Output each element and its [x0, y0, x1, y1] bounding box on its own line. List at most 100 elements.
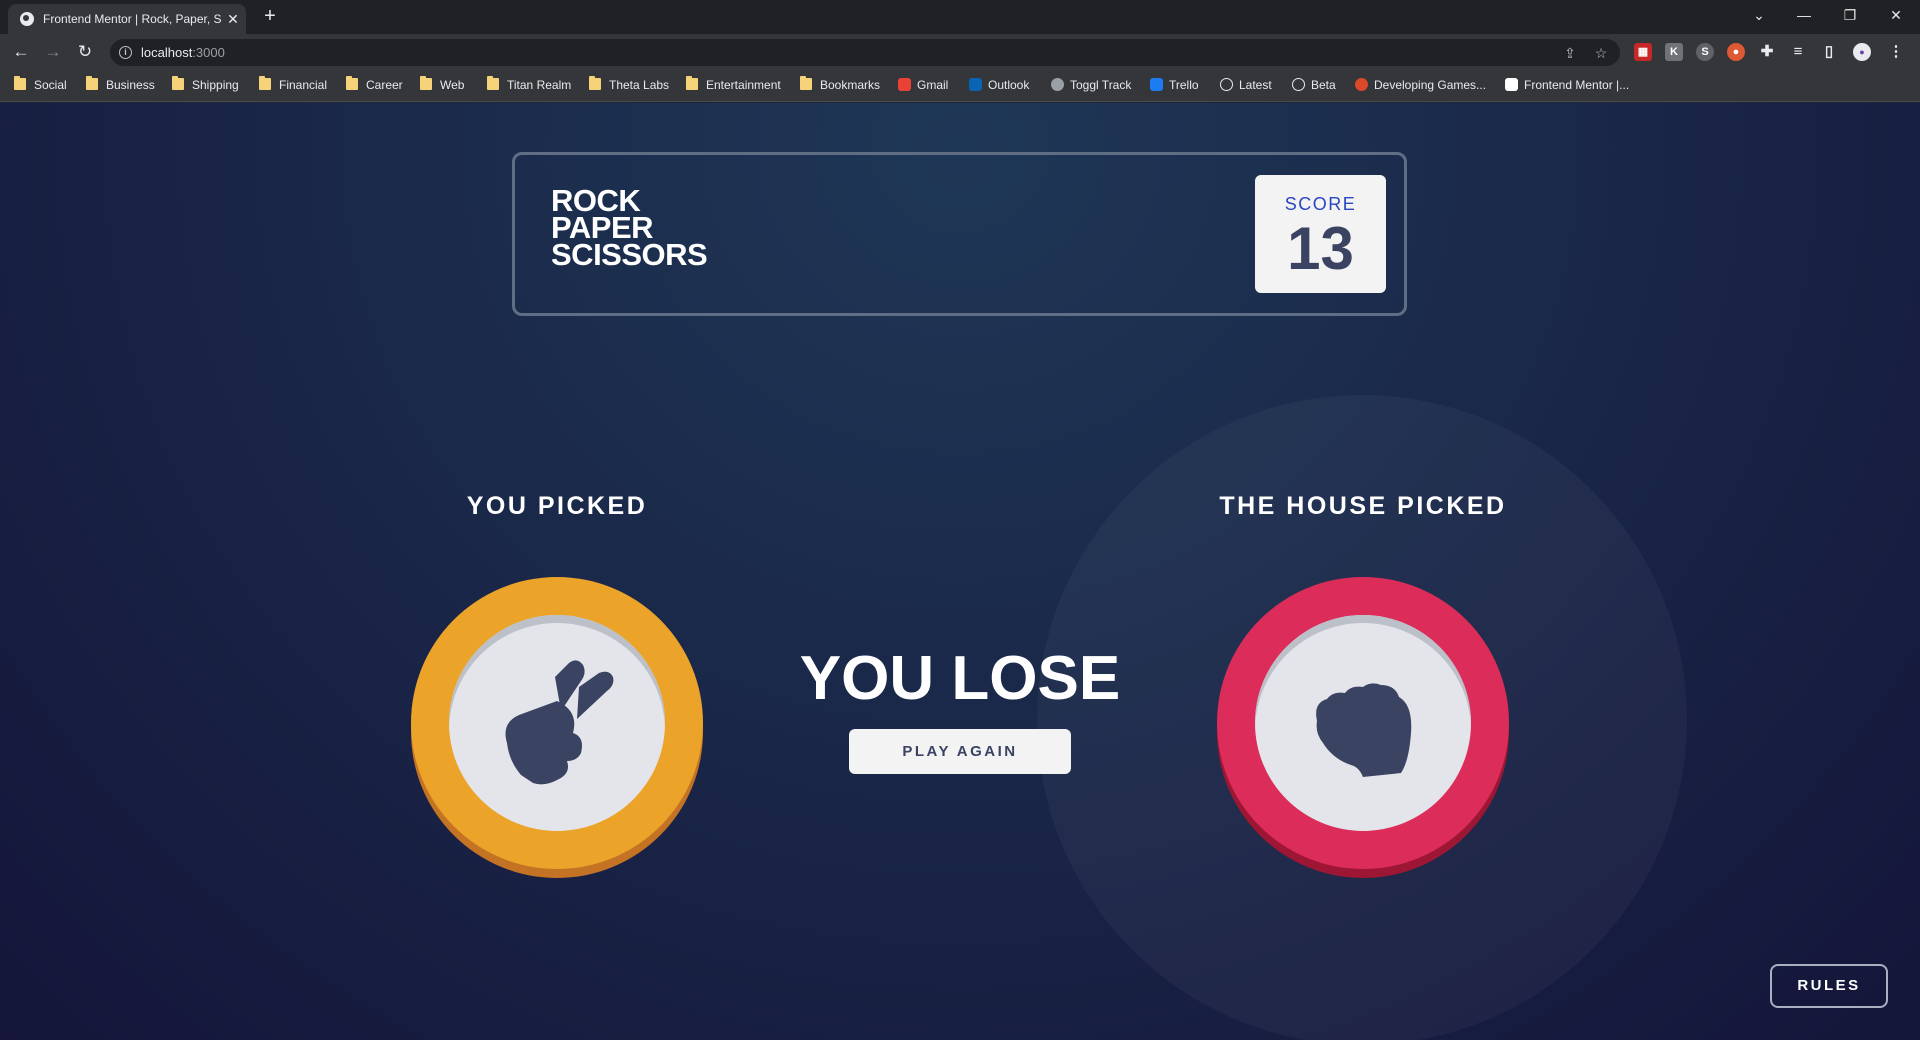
bookmark-folder-bookmarks[interactable]: Bookmarks — [800, 76, 881, 96]
bookmark-folder-entertainment[interactable]: Entertainment — [686, 76, 781, 96]
tab-close-icon[interactable]: ✕ — [224, 10, 242, 28]
extension-s-icon[interactable]: S — [1696, 43, 1714, 61]
share-icon[interactable]: ⇪ — [1561, 44, 1579, 62]
folder-icon — [86, 76, 98, 90]
bookmark-label: Business — [106, 78, 155, 92]
folder-icon — [259, 76, 271, 90]
profile-avatar[interactable]: ● — [1853, 43, 1871, 61]
bookmark-label: Titan Realm — [507, 78, 572, 92]
bookmark-label: Gmail — [917, 78, 949, 92]
tab-search-icon[interactable]: ⌄ — [1745, 3, 1773, 27]
folder-icon — [686, 76, 698, 90]
bookmark-frontend-mentor[interactable]: Frontend Mentor |... — [1505, 78, 1629, 96]
bookmark-beta[interactable]: Beta — [1292, 78, 1336, 96]
url-host: localhost — [141, 45, 193, 60]
new-tab-button[interactable]: + — [258, 4, 282, 28]
play-again-button[interactable]: PLAY AGAIN — [849, 729, 1071, 774]
bookmarks-bar: Social Business Shipping Financial Caree… — [0, 70, 1920, 102]
outlook-icon — [969, 78, 982, 91]
bookmark-folder-career[interactable]: Career — [346, 76, 403, 96]
bookmark-developing-games[interactable]: Developing Games... — [1355, 78, 1486, 96]
result-text: YOU LOSE — [799, 644, 1121, 713]
score-value: 13 — [1287, 215, 1354, 282]
extension-duckduckgo-icon[interactable]: ● — [1727, 43, 1745, 61]
bookmark-folder-social[interactable]: Social — [14, 76, 67, 96]
folder-icon — [800, 76, 812, 90]
folder-icon — [487, 76, 499, 90]
gamedev-icon — [1355, 78, 1368, 91]
bookmark-label: Financial — [279, 78, 328, 92]
player-pick-scissors-token — [411, 577, 703, 869]
score-header: ROCK PAPER SCISSORS SCORE 13 — [512, 152, 1407, 316]
folder-icon — [589, 76, 601, 90]
trello-icon — [1150, 78, 1163, 91]
url-text: localhost:3000 — [141, 45, 225, 60]
reload-icon[interactable]: ↻ — [74, 41, 96, 63]
extension-k-icon[interactable]: K — [1665, 43, 1683, 61]
bookmark-label: Social — [34, 78, 67, 92]
bookmark-toggl-track[interactable]: Toggl Track — [1051, 78, 1131, 96]
extensions-puzzle-icon[interactable]: ✚ — [1758, 43, 1776, 61]
bookmark-folder-titan-realm[interactable]: Titan Realm — [487, 76, 572, 96]
bookmark-gmail[interactable]: Gmail — [898, 78, 948, 96]
house-picked-label: THE HOUSE PICKED — [1219, 492, 1507, 520]
back-arrow-icon[interactable]: ← — [10, 41, 32, 63]
browser-tab-active[interactable]: Frontend Mentor | Rock, Paper, S ✕ — [8, 4, 246, 34]
bookmark-label: Shipping — [192, 78, 239, 92]
rules-button[interactable]: RULES — [1770, 964, 1888, 1008]
bookmark-folder-web[interactable]: Web — [420, 76, 465, 96]
folder-icon — [420, 76, 432, 90]
bookmark-label: Frontend Mentor |... — [1524, 78, 1630, 92]
site-info-icon[interactable]: i — [119, 46, 132, 59]
bookmark-label: Web — [440, 78, 465, 92]
token-face — [449, 615, 665, 831]
tab-title: Frontend Mentor | Rock, Paper, S — [43, 12, 221, 26]
frontend-mentor-favicon-icon — [20, 12, 34, 26]
you-picked-label: YOU PICKED — [466, 492, 648, 520]
bookmark-label: Outlook — [988, 78, 1030, 92]
bookmark-label: Toggl Track — [1070, 78, 1132, 92]
minimize-button[interactable]: — — [1790, 3, 1818, 27]
score-label: SCORE — [1284, 194, 1357, 214]
unity-icon — [1220, 78, 1233, 91]
toggl-icon — [1051, 78, 1064, 91]
side-panel-icon[interactable]: ▯ — [1820, 43, 1838, 61]
bookmark-folder-theta-labs[interactable]: Theta Labs — [589, 76, 670, 96]
folder-icon — [172, 76, 184, 90]
browser-menu-icon[interactable]: ⋮ — [1887, 43, 1905, 61]
restore-button[interactable]: ❐ — [1836, 3, 1864, 27]
unity-icon — [1292, 78, 1305, 91]
bookmark-label: Bookmarks — [820, 78, 881, 92]
score-card: SCORE 13 — [1255, 175, 1386, 293]
token-face — [1255, 615, 1471, 831]
bookmark-label: Developing Games... — [1374, 78, 1487, 92]
forward-arrow-icon[interactable]: → — [42, 41, 64, 63]
frontend-mentor-icon — [1505, 78, 1518, 91]
bookmark-outlook[interactable]: Outlook — [969, 78, 1029, 96]
game-page: ROCK PAPER SCISSORS SCORE 13 YOU PICKED … — [0, 103, 1920, 1040]
rock-icon — [1316, 683, 1412, 777]
bookmark-star-icon[interactable]: ☆ — [1592, 44, 1610, 62]
browser-tab-strip: Frontend Mentor | Rock, Paper, S ✕ + ⌄ —… — [0, 0, 1920, 34]
gmail-icon — [898, 78, 911, 91]
bookmark-trello[interactable]: Trello — [1150, 78, 1199, 96]
bookmark-label: Career — [366, 78, 403, 92]
scissors-icon — [505, 660, 614, 785]
bookmark-latest[interactable]: Latest — [1220, 78, 1272, 96]
address-bar[interactable]: i localhost:3000 ⇪ ☆ — [110, 39, 1620, 66]
bookmark-folder-financial[interactable]: Financial — [259, 76, 328, 96]
bookmark-label: Entertainment — [706, 78, 781, 92]
bookmark-label: Latest — [1239, 78, 1272, 92]
bookmark-folder-business[interactable]: Business — [86, 76, 155, 96]
bookmark-label: Theta Labs — [609, 78, 670, 92]
url-port: :3000 — [192, 45, 225, 60]
logo-scissors: SCISSORS — [551, 237, 708, 272]
bookmark-folder-shipping[interactable]: Shipping — [172, 76, 239, 96]
extension-red-icon[interactable]: ▦ — [1634, 43, 1652, 61]
browser-toolbar: ← → ↻ i localhost:3000 ⇪ ☆ ▦ K S ● ✚ ≡ ▯… — [0, 34, 1920, 70]
house-pick-rock-token — [1217, 577, 1509, 869]
reading-list-icon[interactable]: ≡ — [1789, 43, 1807, 61]
close-window-button[interactable]: ✕ — [1882, 3, 1910, 27]
folder-icon — [14, 76, 26, 90]
bookmark-label: Beta — [1311, 78, 1336, 92]
